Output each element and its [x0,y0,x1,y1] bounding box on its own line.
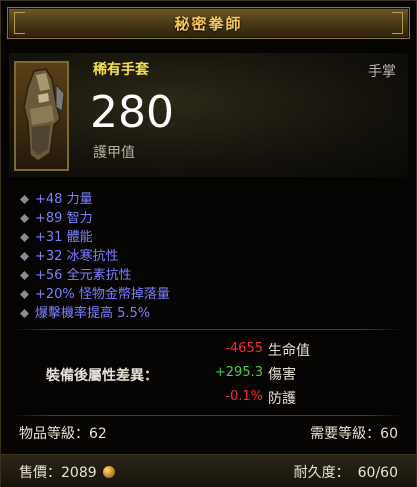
affix-text: +31 體能 [35,230,93,245]
item-title: 秘密拳師 [174,14,243,33]
armor-value: 280 [90,87,174,138]
comparison-stat: 傷害 [268,367,296,383]
affix-line: +89 智力 [19,209,399,228]
item-icon-frame [14,61,69,171]
diamond-bullet-icon [20,309,29,318]
section-divider [13,329,404,330]
comparison-label: 裝備後屬性差異： [46,368,158,384]
affix-list: +48 力量 +89 智力 +31 體能 +32 冰寒抗性 +56 全元素抗性 … [19,190,399,323]
comparison-stat: 生命值 [268,343,310,359]
price-bar: 售價：2089 耐久度： 60/60 [1,454,416,487]
diamond-bullet-icon [20,252,29,261]
affix-text: +89 智力 [35,211,93,226]
durability-label: 耐久度： [293,465,350,481]
gloves-icon [23,68,65,162]
affix-text: +56 全元素抗性 [35,268,132,283]
required-level: 需要等級：60 [310,426,398,442]
diamond-bullet-icon [20,290,29,299]
comparison-value: -4655 [225,341,263,356]
price-amount: 2089 [61,465,97,481]
section-divider [13,415,404,416]
affix-text: 爆擊機率提高 5.5% [35,306,151,321]
durability-value: 60/60 [357,465,398,481]
diamond-bullet-icon [20,214,29,223]
affix-line: +20% 怪物金幣掉落量 [19,285,399,304]
armor-label: 護甲值 [93,145,135,161]
tooltip-title-bar: 秘密拳師 [7,7,410,39]
diamond-bullet-icon [20,271,29,280]
durability: 耐久度： 60/60 [294,462,398,482]
affix-line: +31 體能 [19,228,399,247]
level-row: 物品等級：62 需要等級：60 [19,423,398,443]
comparison-value: +295.3 [214,365,263,380]
item-tooltip: 秘密拳師 稀有手套 手掌 280 護甲值 +48 力量 +89 智力 +31 體… [0,0,417,487]
affix-text: +20% 怪物金幣掉落量 [35,287,170,302]
affix-line: +56 全元素抗性 [19,266,399,285]
price-label: 售價： [19,465,61,481]
affix-line: +48 力量 [19,190,399,209]
affix-text: +32 冰寒抗性 [35,249,119,264]
item-level: 物品等級：62 [19,426,107,442]
gold-coin-icon [102,466,115,478]
comparison-value: -0.1% [225,389,263,404]
price-row: 售價：2089 耐久度： 60/60 [19,462,398,482]
diamond-bullet-icon [20,195,29,204]
item-name: 稀有手套 [93,62,149,78]
comparison-stat: 防護 [268,391,296,407]
affix-text: +48 力量 [35,192,93,207]
item-slot: 手掌 [368,64,396,80]
diamond-bullet-icon [20,233,29,242]
affix-line: 爆擊機率提高 5.5% [19,304,399,323]
affix-line: +32 冰寒抗性 [19,247,399,266]
